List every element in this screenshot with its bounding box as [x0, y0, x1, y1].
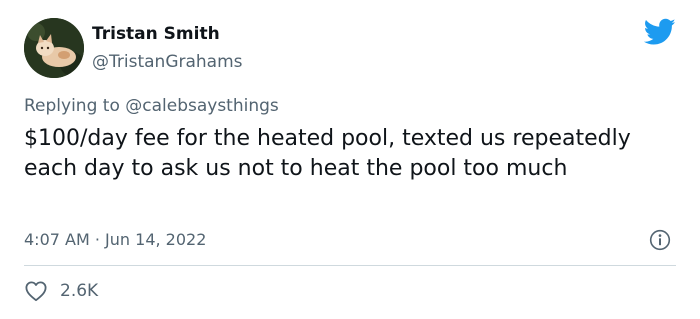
- like-button[interactable]: 2.6K: [24, 280, 98, 302]
- info-icon[interactable]: [649, 229, 671, 251]
- author-handle[interactable]: @TristanGrahams: [92, 52, 243, 72]
- tweet-text: $100/day fee for the heated pool, texted…: [24, 126, 631, 181]
- like-count: 2.6K: [60, 281, 99, 301]
- divider: [24, 265, 676, 266]
- replying-to: Replying to @calebsaysthings: [24, 96, 279, 116]
- tweet-timestamp: 4:07 AM · Jun 14, 2022: [24, 230, 206, 249]
- twitter-bird-icon[interactable]: [643, 18, 676, 46]
- tweet-date[interactable]: Jun 14, 2022: [105, 230, 206, 249]
- heart-icon: [24, 280, 48, 302]
- avatar[interactable]: [24, 18, 84, 78]
- author-name[interactable]: Tristan Smith: [92, 24, 220, 44]
- replying-to-label: Replying to: [24, 96, 120, 116]
- avatar-image: [24, 18, 84, 78]
- meta-separator: ·: [94, 230, 100, 249]
- tweet-time[interactable]: 4:07 AM: [24, 230, 90, 249]
- reply-mention-link[interactable]: @calebsaysthings: [125, 96, 279, 116]
